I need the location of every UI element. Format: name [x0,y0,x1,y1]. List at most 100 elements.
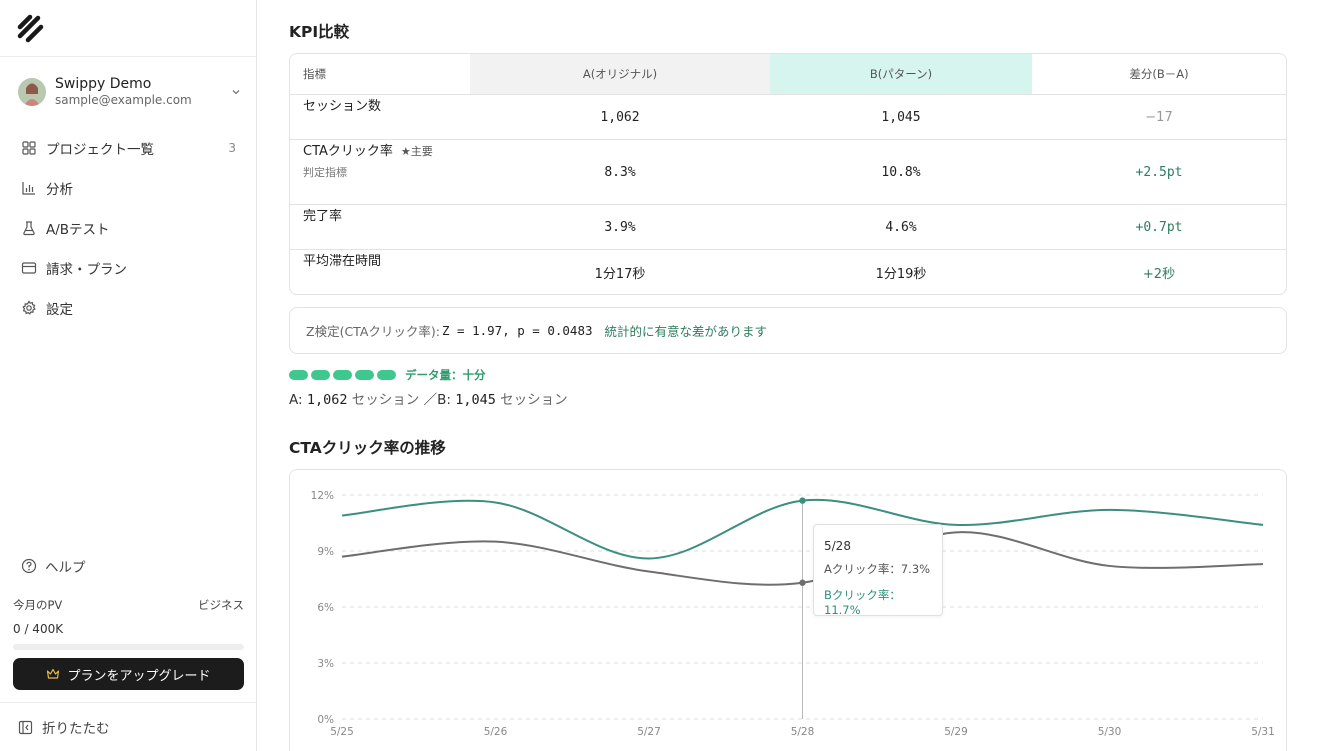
value-b: 4.6% [885,219,917,235]
pv-value: 0 / 400K [13,622,64,636]
session-counts: A: 1,062 セッション ／B: 1,045 セッション [289,388,568,408]
header-metric: 指標 [303,67,326,81]
sidebar-divider [0,702,256,703]
data-quality-pill [333,370,352,380]
metric-name: 完了率 [303,209,343,224]
sidebar-item-label: 請求・プラン [46,262,127,278]
question-circle-icon [21,558,37,574]
sessions-b-count: 1,045 [455,392,496,408]
tooltip-value-b: Bクリック率：11.7% [824,588,901,617]
sidebar-item-analytics[interactable]: 分析 [12,168,244,208]
sessions-unit: セッション [351,392,420,408]
chevron-down-icon [232,90,240,95]
sidebar-item-label: プロジェクト一覧 [46,142,154,158]
value-a: 8.3% [604,164,636,180]
line-chart-svg: 12% 9% 6% 3% 0%5/25 5/26 5/27 5/28 5/29 5/30 5/31 [311,490,1275,738]
user-name: Swippy Demo [55,76,152,92]
swippy-logo-icon[interactable] [16,14,46,44]
sessions-b-label: ／B: [423,392,451,408]
flask-icon [23,221,35,236]
help-link[interactable]: ヘルプ [21,556,86,576]
credit-card-icon [21,262,37,274]
sidebar-item-label: A/Bテスト [46,222,110,238]
data-quality-pill [377,370,396,380]
help-label: ヘルプ [45,560,86,576]
collapse-label: 折りたたむ [42,721,110,737]
collapse-sidebar-button[interactable]: 折りたたむ [18,717,110,737]
value-diff: +2.5pt [1135,164,1183,180]
chart-tooltip: 5/28 Aクリック率：7.3% Bクリック率：11.7% [813,524,943,617]
value-a: 1,062 [600,109,640,125]
pv-usage-row: 今月のPV ビジネス [13,597,244,613]
table-row: 完了率 3.9% 4.6% +0.7pt [290,205,1286,250]
plan-name: ビジネス [198,598,244,612]
sidebar: Swippy Demo sample@example.com プロジェクト一覧 … [0,0,257,751]
sidebar-item-ab-test[interactable]: A/Bテスト [12,208,244,248]
y-tick-label: 0% [317,714,334,726]
kpi-table-header: 指標 A(オリジナル) B(パターン) 差分(B－A) [290,54,1286,95]
sidebar-item-projects[interactable]: プロジェクト一覧 3 [12,128,244,168]
value-b: 1分19秒 [875,266,927,282]
value-diff: −17 [1145,109,1173,125]
sidebar-item-settings[interactable]: 設定 [12,288,244,328]
data-quality-label: データ量：十分 [405,368,486,382]
header-variant-a: A(オリジナル) [470,54,770,94]
sidebar-collapse-icon [18,720,33,734]
table-row: セッション数 1,062 1,045 −17 [290,95,1286,140]
pv-label: 今月のPV [13,598,63,612]
metric-subtitle: 判定指標 [303,166,347,179]
user-email: sample@example.com [55,93,192,107]
header-variant-b: B(パターン) [770,54,1032,94]
metric-name: 平均滞在時間 [303,254,382,269]
project-count-badge: 3 [228,141,236,155]
bar-chart-icon [22,182,35,195]
value-b: 1,045 [881,109,921,125]
primary-metric-badge: ★主要 [400,145,433,158]
main-content: KPI比較 指標 A(オリジナル) B(パターン) 差分(B－A) セッション数… [257,0,1320,751]
header-diff: 差分(B－A) [1129,67,1189,81]
upgrade-plan-button[interactable]: プランをアップグレード [13,658,244,690]
z-test-value: Z = 1.97, p = 0.0483 [441,323,593,338]
value-b: 10.8% [881,164,921,180]
z-test-label: Z検定(CTAクリック率): [306,324,440,339]
value-diff: +2秒 [1142,266,1176,282]
y-tick-label: 12% [311,490,334,502]
crown-icon [47,668,60,679]
avatar [18,78,46,106]
data-quality-pill [355,370,374,380]
value-diff: +0.7pt [1135,219,1183,235]
kpi-table: 指標 A(オリジナル) B(パターン) 差分(B－A) セッション数 1,062… [289,53,1287,295]
sidebar-item-label: 設定 [46,302,73,318]
sessions-unit: セッション [500,392,568,408]
sidebar-item-billing[interactable]: 請求・プラン [12,248,244,288]
value-a: 3.9% [604,219,636,235]
sidebar-divider [0,56,256,57]
user-menu[interactable]: Swippy Demo sample@example.com [18,74,242,110]
table-row: CTAクリック率 ★主要 判定指標 8.3% 10.8% +2.5pt [290,140,1286,205]
chart-title: CTAクリック率の推移 [289,439,446,457]
x-tick-label: 5/25 [330,726,354,738]
tooltip-date: 5/28 [824,539,851,553]
value-a: 1分17秒 [594,266,646,282]
sessions-a-label: A: [289,392,303,408]
y-tick-label: 3% [317,658,334,670]
x-tick-label: 5/26 [484,726,508,738]
x-tick-label: 5/30 [1098,726,1122,738]
data-quality-pill [311,370,330,380]
data-quality-indicator: データ量：十分 [289,367,486,383]
y-tick-label: 6% [317,602,334,614]
x-tick-label: 5/29 [944,726,968,738]
data-quality-pill [289,370,308,380]
kpi-title: KPI比較 [289,23,350,41]
tooltip-value-a: Aクリック率：7.3% [824,562,931,576]
metric-name: セッション数 [303,99,382,114]
pv-progress-bar [13,644,244,650]
significance-message: 統計的に有意な差があります [604,324,768,339]
x-tick-label: 5/27 [637,726,661,738]
hover-point-b [799,497,806,504]
sidebar-nav: プロジェクト一覧 3 分析 A/Bテスト 請求・プラン 設定 [12,128,244,328]
gear-icon [22,300,36,315]
metric-name: CTAクリック率 [303,144,393,159]
sessions-a-count: 1,062 [306,392,348,408]
table-row: 平均滞在時間 1分17秒 1分19秒 +2秒 [290,250,1286,294]
